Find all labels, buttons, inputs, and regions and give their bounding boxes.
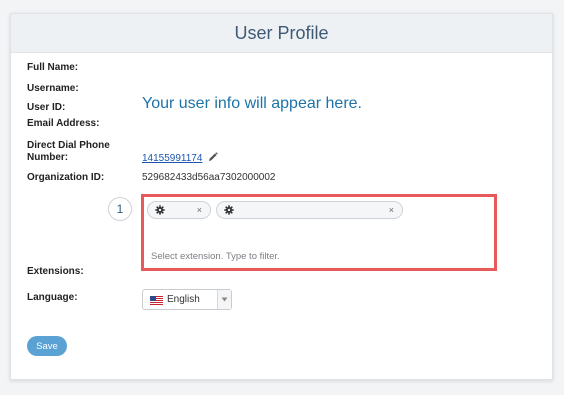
phone-number-link[interactable]: 14155991174	[142, 153, 202, 164]
extensions-label: Extensions:	[27, 266, 84, 277]
email-label: Email Address:	[27, 118, 100, 129]
chevron-down-icon	[221, 297, 228, 302]
username-label: Username:	[27, 83, 79, 94]
direct-dial-label-line2: Number:	[27, 152, 69, 163]
pencil-icon[interactable]	[208, 152, 218, 162]
organization-id-value: 529682433d56aa7302000002	[142, 172, 276, 183]
step-badge: 1	[108, 197, 132, 221]
full-name-label: Full Name:	[27, 62, 79, 73]
us-flag-icon	[150, 296, 163, 305]
user-profile-card: User Profile Full Name: Username: User I…	[10, 13, 553, 380]
card-header: User Profile	[11, 14, 552, 53]
language-label: Language:	[27, 292, 78, 303]
page-title: User Profile	[234, 22, 329, 43]
language-dropdown-toggle[interactable]	[217, 290, 231, 309]
language-select[interactable]: English	[142, 289, 232, 310]
user-info-placeholder: Your user info will appear here.	[142, 95, 362, 112]
language-selected-value: English	[167, 294, 200, 305]
organization-id-label: Organization ID:	[27, 172, 105, 183]
direct-dial-label: Direct Dial Phone	[27, 140, 110, 151]
save-button[interactable]: Save	[27, 336, 67, 356]
extensions-highlight	[141, 194, 497, 271]
user-id-label: User ID:	[27, 102, 66, 113]
